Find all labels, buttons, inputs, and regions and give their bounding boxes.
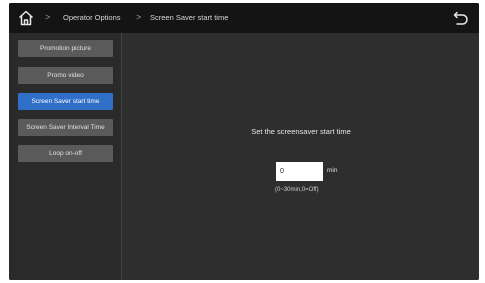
home-button[interactable]: [15, 7, 37, 29]
sidebar-item-promo-video[interactable]: Promo video: [18, 67, 113, 84]
home-icon: [18, 10, 34, 26]
sidebar-item-promotion-picture[interactable]: Promotion picture: [18, 40, 113, 57]
unit-label: min: [327, 167, 338, 174]
sidebar-item-screen-saver-start-time[interactable]: Screen Saver start time: [18, 93, 113, 110]
back-button[interactable]: [451, 8, 471, 28]
settings-panel: Set the screensaver start time min (0~30…: [123, 33, 479, 280]
breadcrumb-operator-options[interactable]: Operator Options: [63, 13, 121, 22]
back-arrow-icon: [453, 11, 468, 25]
breadcrumb-current-page: Screen Saver start time: [150, 13, 229, 22]
sidebar-item-loop-on-off[interactable]: Loop on-off: [18, 145, 113, 162]
breadcrumb-separator: >: [136, 12, 142, 22]
sidebar-item-screen-saver-interval-time[interactable]: Screen Saver Interval Time: [18, 119, 113, 136]
start-time-prompt: Set the screensaver start time: [251, 127, 351, 136]
breadcrumb-separator: >: [45, 12, 51, 22]
range-hint: (0~30min,0=Off): [275, 187, 319, 193]
sidebar: Promotion picture Promo video Screen Sav…: [9, 33, 122, 280]
app-screen: > Operator Options > Screen Saver start …: [9, 3, 479, 280]
start-time-input[interactable]: [276, 162, 323, 181]
top-bar: > Operator Options > Screen Saver start …: [9, 3, 479, 33]
